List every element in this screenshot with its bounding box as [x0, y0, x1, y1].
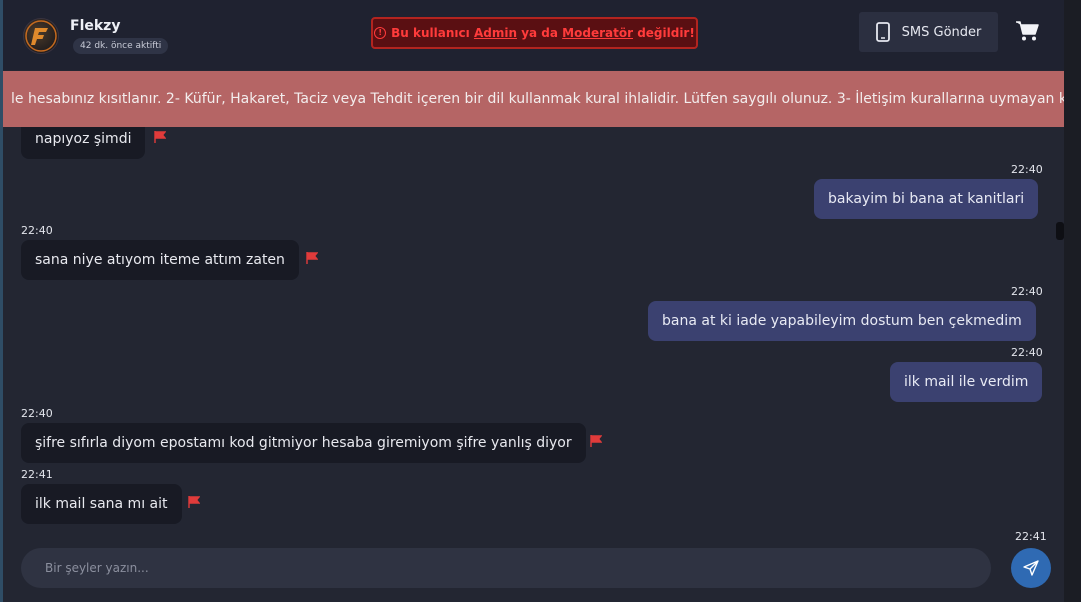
- report-flag-icon[interactable]: [306, 252, 318, 264]
- message-time: 22:40: [1011, 285, 1043, 298]
- message-time: 22:40: [21, 407, 53, 420]
- report-flag-icon[interactable]: [154, 131, 166, 143]
- user-name: Flekzy: [70, 18, 121, 34]
- moderator-link[interactable]: Moderatör: [562, 26, 633, 40]
- message-time: 22:41: [21, 468, 53, 481]
- avatar[interactable]: [23, 18, 59, 54]
- send-icon: [1023, 560, 1039, 576]
- outgoing-message: bakayim bi bana at kanitlari: [814, 179, 1039, 219]
- message-time: 22:40: [21, 224, 53, 237]
- chat-window: Flekzy 42 dk. önce aktifti ! Bu kullanıc…: [0, 0, 1067, 602]
- message-time: 22:40: [1011, 346, 1043, 359]
- send-button[interactable]: [1011, 548, 1051, 588]
- alert-circle-icon: !: [374, 27, 387, 39]
- user-last-seen-badge: 42 dk. önce aktifti: [73, 38, 169, 54]
- send-sms-button[interactable]: SMS Gönder: [859, 12, 998, 52]
- rules-marquee: le hesabınız kısıtlanır. 2- Küfür, Hakar…: [3, 71, 1067, 127]
- incoming-message: ilk mail sana mı ait: [21, 484, 182, 524]
- warning-suffix: değildir!: [637, 26, 695, 40]
- warning-middle: ya da: [521, 26, 558, 40]
- admin-link[interactable]: Admin: [474, 26, 517, 40]
- avatar-logo-icon: [25, 20, 57, 52]
- message-time: 22:41: [1015, 530, 1047, 542]
- warning-prefix: Bu kullanıcı: [391, 26, 470, 40]
- message-input[interactable]: [21, 548, 991, 588]
- sms-button-label: SMS Gönder: [901, 24, 982, 40]
- rules-text: le hesabınız kısıtlanır. 2- Küfür, Hakar…: [11, 91, 1067, 107]
- chat-header: Flekzy 42 dk. önce aktifti ! Bu kullanıc…: [3, 0, 1064, 70]
- incoming-message: napıyoz şimdi: [21, 127, 146, 159]
- message-composer: [3, 542, 1064, 602]
- incoming-message: sana niye atıyom iteme attım zaten: [21, 240, 299, 280]
- incoming-message: şifre sıfırla diyom epostamı kod gitmiyo…: [21, 423, 586, 463]
- report-flag-icon[interactable]: [590, 435, 602, 447]
- cart-icon[interactable]: [1015, 20, 1039, 42]
- message-time: 22:40: [1011, 163, 1043, 176]
- page-edge: [1064, 0, 1081, 602]
- scrollbar-thumb[interactable]: [1056, 222, 1064, 240]
- message-list[interactable]: napıyoz şimdi 22:40 bakayim bi bana at k…: [3, 127, 1064, 542]
- role-warning-banner: ! Bu kullanıcı Admin ya da Moderatör değ…: [371, 17, 698, 49]
- phone-icon: [875, 22, 890, 42]
- outgoing-message: bana at ki iade yapabileyim dostum ben ç…: [648, 301, 1036, 341]
- report-flag-icon[interactable]: [188, 496, 200, 508]
- outgoing-message: ilk mail ile verdim: [890, 362, 1043, 402]
